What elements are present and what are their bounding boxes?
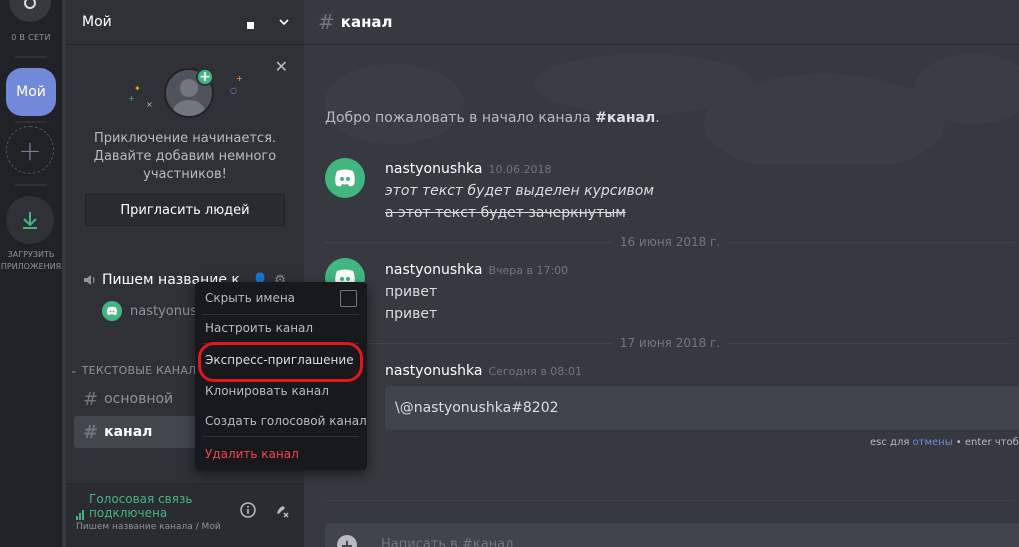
hash-icon: # [83, 388, 99, 410]
background-illustration [324, 54, 1019, 164]
close-icon[interactable]: ✕ [275, 59, 288, 75]
voice-status-title: Голосовая связь [89, 492, 193, 506]
menu-item-delete-channel[interactable]: Удалить канал [205, 447, 299, 461]
channel-name: основной [104, 391, 174, 407]
add-user-icon: + [196, 68, 214, 86]
sparkle-icon: × [146, 100, 153, 109]
channel-welcome: Добро пожаловать в начало канала #канал. [325, 110, 660, 126]
cancel-edit-link[interactable]: отмены [913, 437, 953, 448]
channel-title: канал [340, 13, 393, 31]
download-apps-button[interactable] [6, 196, 54, 244]
hide-names-checkbox[interactable] [340, 290, 357, 307]
avatar[interactable] [325, 158, 365, 198]
chevron-down-icon [279, 19, 289, 26]
welcome-channel: #канал [595, 110, 656, 126]
date-divider-label: 17 июня 2018 г. [619, 336, 721, 350]
message-text: привет [385, 284, 438, 300]
chat-area: # канал Добро пожаловать в начало канала… [304, 0, 1019, 547]
edit-hint-text: • enter чтобы [955, 437, 1019, 448]
composer-placeholder: Написать в #канал [381, 537, 514, 547]
discord-logo-icon [335, 169, 355, 187]
voice-status-actions [240, 502, 290, 518]
info-icon[interactable] [240, 502, 256, 518]
invite-text-line: Приключение начинается. [93, 131, 277, 146]
hash-icon: # [318, 10, 335, 34]
message-author[interactable]: nastyonushka Вчера в 17:00 [385, 262, 568, 278]
composer-divider [325, 500, 1015, 501]
download-label-line: ЗАГРУЗИТЬ [7, 250, 55, 259]
sparkle-icon: ○ [230, 86, 237, 95]
author-name: nastyonushka [385, 262, 483, 278]
online-count-label: 0 В СЕТИ [11, 33, 51, 42]
plus-icon: + [18, 133, 42, 167]
message-timestamp: 10.06.2018 [488, 163, 552, 176]
message-edit-input[interactable]: \@nastyonushka#8202 [385, 386, 1019, 430]
date-divider: 16 июня 2018 г. [325, 235, 1015, 249]
author-name: nastyonushka [385, 363, 483, 379]
message-text: этот текст будет выделен курсивом [385, 183, 654, 199]
rail-separator [15, 184, 47, 186]
invite-description: Приключение начинается. Давайте добавим … [86, 130, 284, 184]
message-timestamp: Сегодня в 08:01 [488, 365, 583, 378]
download-icon [23, 212, 37, 229]
hash-icon: # [83, 421, 99, 443]
date-divider: 17 июня 2018 г. [325, 336, 1015, 350]
rail-separator [15, 56, 47, 58]
message-text: привет [385, 306, 438, 322]
annotation-highlight-oval [198, 342, 363, 382]
voice-status-subtitle: Пишем название канала / Мой [76, 522, 221, 532]
download-label-line: ПРИЛОЖЕНИЯ [0, 262, 62, 271]
signal-icon [76, 495, 84, 520]
invite-people-button[interactable]: Пригласить людей [85, 194, 285, 226]
edit-hint-text: esc для [870, 437, 913, 448]
menu-separator [203, 314, 359, 315]
voice-status-panel: Голосовая связь подключена Пишем названи… [66, 483, 304, 541]
cursor-marker [247, 22, 254, 29]
date-divider-label: 16 июня 2018 г. [619, 235, 721, 249]
user-panel-edge [66, 541, 304, 547]
message-timestamp: Вчера в 17:00 [488, 264, 569, 277]
sparkle-icon: + [128, 94, 135, 103]
guild-header[interactable]: Мой [66, 0, 304, 44]
friends-home-button[interactable] [9, 0, 51, 22]
server-icon-moi[interactable]: Мой [6, 68, 56, 116]
text-category-header[interactable]: ⌄ ТЕКСТОВЫЕ КАНАЛ [70, 364, 196, 377]
avatar [102, 301, 122, 321]
chevron-down-icon: ⌄ [70, 365, 78, 376]
welcome-suffix: . [655, 110, 660, 126]
sparkle-icon: ✦ [134, 84, 141, 93]
rail-separator [15, 121, 47, 123]
message-composer[interactable]: + Написать в #канал [325, 523, 1019, 547]
channel-header: # канал [304, 0, 1019, 44]
server-rail: 0 В СЕТИ Мой + ЗАГРУЗИТЬ ПРИЛОЖЕНИЯ [0, 0, 62, 547]
menu-item-hide-names[interactable]: Скрыть имена [205, 291, 295, 305]
menu-separator [203, 436, 359, 437]
upload-plus-icon[interactable]: + [337, 535, 357, 547]
voice-connected-status: Голосовая связь подключена [76, 492, 192, 520]
invite-text-line: участников! [143, 167, 227, 182]
message-author[interactable]: nastyonushka 10.06.2018 [385, 161, 551, 177]
menu-item-create-voice-channel[interactable]: Создать голосовой канал [205, 414, 367, 428]
voice-status-title: подключена [89, 506, 168, 520]
friends-icon [24, 0, 36, 9]
speaker-icon [84, 275, 95, 285]
sparkle-icon: + [236, 74, 243, 83]
channel-name: канал [104, 424, 153, 440]
invite-card: ✕ ✦ + × ○ + + Приключение начинается. Да… [66, 48, 304, 244]
edit-hint: esc для отмены • enter чтобы [870, 437, 1019, 448]
discord-logo-icon [107, 306, 117, 316]
menu-item-edit-channel[interactable]: Настроить канал [205, 321, 313, 335]
invite-text-line: Давайте добавим немного [93, 149, 277, 164]
download-apps-label: ЗАГРУЗИТЬ ПРИЛОЖЕНИЯ [0, 249, 62, 273]
add-server-button[interactable]: + [6, 126, 54, 174]
author-name: nastyonushka [385, 161, 483, 177]
disconnect-icon[interactable] [274, 502, 290, 518]
message-text: а этот текст будет зачеркнутым [385, 205, 626, 221]
menu-item-clone-channel[interactable]: Клонировать канал [205, 384, 329, 398]
welcome-text: Добро пожаловать в начало канала [325, 110, 596, 126]
message-author[interactable]: nastyonushka Сегодня в 08:01 [385, 363, 582, 379]
category-name: ТЕКСТОВЫЕ КАНАЛ [81, 364, 197, 377]
